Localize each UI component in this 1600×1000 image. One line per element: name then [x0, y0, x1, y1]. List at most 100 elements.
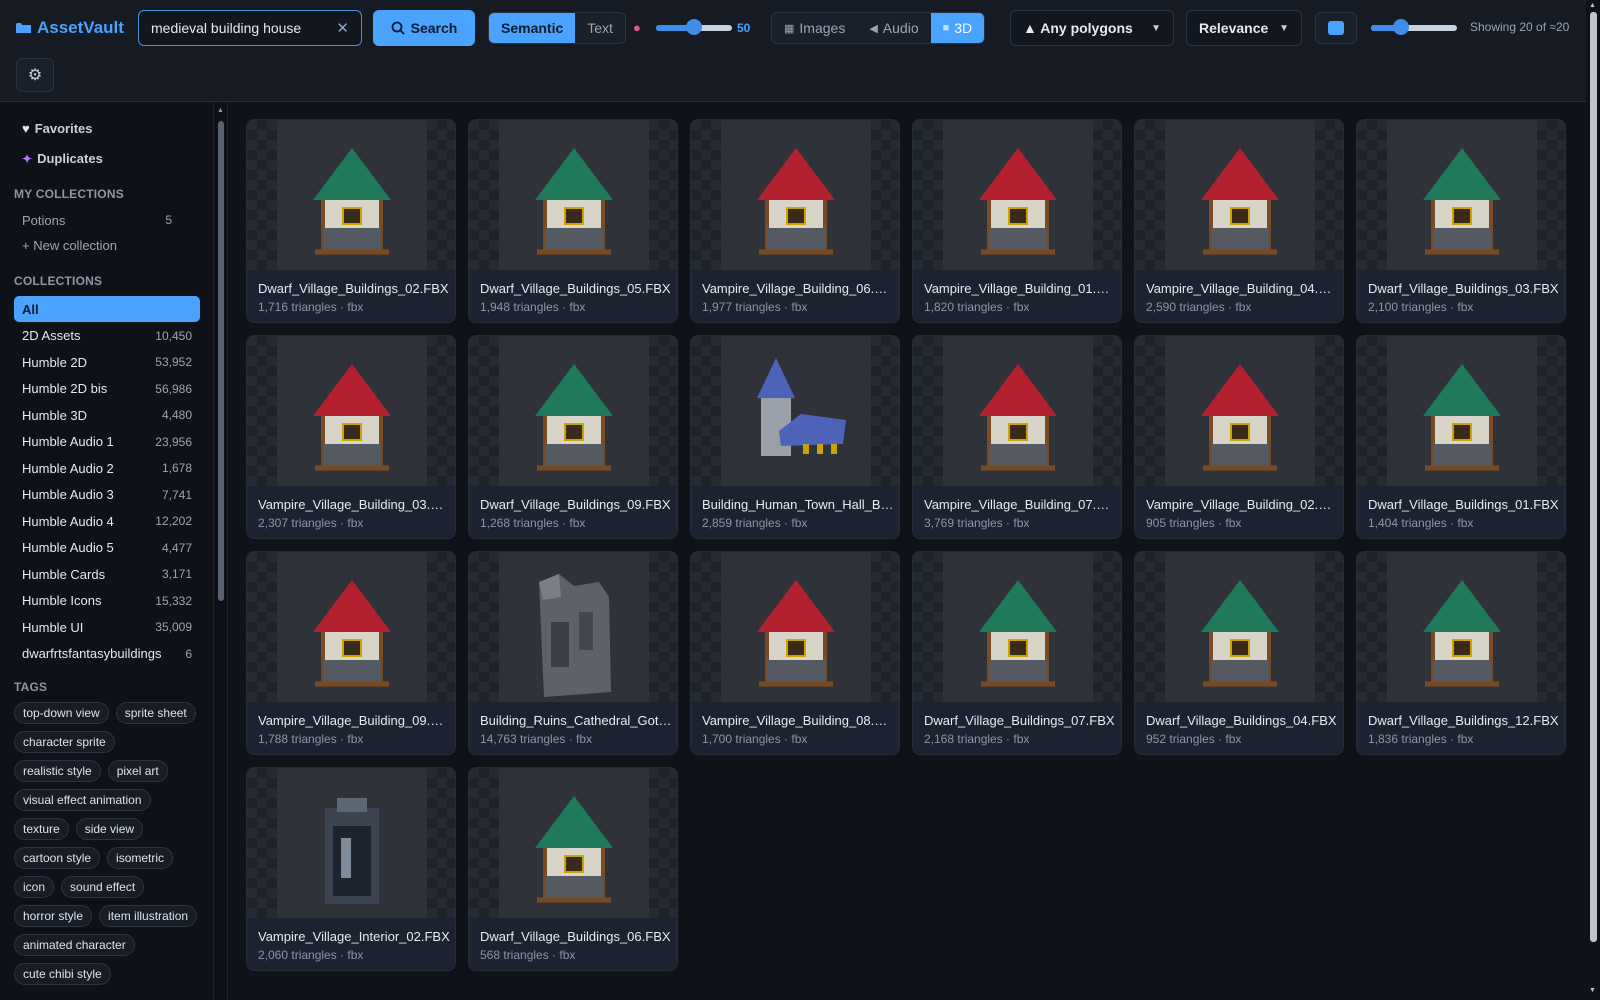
- tag-chip[interactable]: item illustration: [99, 905, 198, 927]
- tag-chip[interactable]: cartoon style: [14, 847, 101, 869]
- asset-card[interactable]: Vampire_Village_Building_08.FBX 1,700 tri…: [690, 551, 900, 755]
- tag-chip[interactable]: animated character: [14, 934, 135, 956]
- asset-thumbnail[interactable]: [1387, 552, 1537, 702]
- slider-handle[interactable]: [686, 19, 702, 35]
- type-images[interactable]: ▦ Images: [772, 13, 857, 43]
- sidebar-item-collection[interactable]: Humble 2D 53,952: [14, 349, 200, 375]
- sidebar-item-collection[interactable]: Humble Audio 1 23,956: [14, 429, 200, 455]
- sidebar-favorites[interactable]: ♥ Favorites: [22, 121, 93, 136]
- tag-chip[interactable]: cute chibi style: [14, 963, 111, 985]
- sidebar-item-collection[interactable]: Humble Audio 2 1,678: [14, 455, 200, 481]
- asset-card[interactable]: Dwarf_Village_Buildings_06.FBX 568 triang…: [468, 767, 678, 971]
- sidebar-item-collection[interactable]: Humble Icons 15,332: [14, 588, 200, 614]
- asset-thumbnail[interactable]: [943, 552, 1093, 702]
- scroll-up-icon[interactable]: ▲: [217, 107, 224, 114]
- asset-thumbnail[interactable]: [277, 768, 427, 918]
- temperature-slider[interactable]: [656, 19, 732, 35]
- search-input[interactable]: [151, 20, 337, 36]
- tag-chip[interactable]: pixel art: [107, 760, 168, 782]
- search-button-label: Search: [410, 20, 458, 36]
- asset-thumbnail[interactable]: [1387, 336, 1537, 486]
- sidebar-item-collection[interactable]: All: [14, 296, 200, 322]
- sidebar-item-collection[interactable]: Humble Cards 3,171: [14, 561, 200, 587]
- tag-chip[interactable]: texture: [14, 818, 69, 840]
- sidebar-scroll-thumb[interactable]: [218, 121, 224, 601]
- tag-chip[interactable]: isometric: [107, 847, 174, 869]
- tag-chip[interactable]: sound effect: [61, 876, 145, 898]
- asset-thumbnail[interactable]: [277, 120, 427, 270]
- asset-card[interactable]: Dwarf_Village_Buildings_09.FBX 1,268 tria…: [468, 335, 678, 539]
- asset-card[interactable]: Vampire_Village_Building_09.FBX 1,788 tri…: [246, 551, 456, 755]
- asset-thumbnail[interactable]: [1165, 120, 1315, 270]
- asset-card[interactable]: Dwarf_Village_Buildings_04.FBX 952 triang…: [1134, 551, 1344, 755]
- thumbnail-size-slider[interactable]: [1371, 19, 1457, 35]
- sidebar-item-potions[interactable]: Potions 5: [14, 207, 200, 233]
- tag-chip[interactable]: realistic style: [14, 760, 101, 782]
- asset-card[interactable]: Dwarf_Village_Buildings_02.FBX 1,716 tria…: [246, 119, 456, 323]
- asset-thumbnail[interactable]: [943, 336, 1093, 486]
- clear-search-icon[interactable]: ✕: [336, 19, 349, 37]
- type-3d[interactable]: ■ 3D: [930, 13, 985, 43]
- sidebar-item-collection[interactable]: Humble Audio 4 12,202: [14, 508, 200, 534]
- asset-card[interactable]: Building_Ruins_Cathedral_Gothi... 14,763 …: [468, 551, 678, 755]
- search-button[interactable]: Search: [373, 10, 475, 46]
- tag-chip[interactable]: horror style: [14, 905, 93, 927]
- slider-handle[interactable]: [1393, 19, 1410, 35]
- sort-select[interactable]: Relevance ▼: [1186, 10, 1302, 46]
- asset-thumbnail[interactable]: [499, 552, 649, 702]
- asset-card[interactable]: Vampire_Village_Building_01.FBX 1,820 tri…: [912, 119, 1122, 323]
- mode-text[interactable]: Text: [575, 13, 625, 43]
- asset-card[interactable]: Vampire_Village_Building_02.FBX 905 trian…: [1134, 335, 1344, 539]
- asset-card[interactable]: Vampire_Village_Building_07.FBX 3,769 tri…: [912, 335, 1122, 539]
- asset-thumbnail[interactable]: [943, 120, 1093, 270]
- type-audio[interactable]: ◀ Audio: [857, 13, 930, 43]
- asset-card[interactable]: Vampire_Village_Interior_02.FBX 2,060 tri…: [246, 767, 456, 971]
- sidebar-scrollbar[interactable]: ▲: [214, 103, 228, 1000]
- sidebar-item-collection[interactable]: Humble 3D 4,480: [14, 402, 200, 428]
- asset-thumbnail[interactable]: [721, 336, 871, 486]
- sidebar-item-collection[interactable]: Humble 2D bis 56,986: [14, 376, 200, 402]
- tag-chip[interactable]: top-down view: [14, 702, 109, 724]
- asset-card[interactable]: Dwarf_Village_Buildings_07.FBX 2,168 tria…: [912, 551, 1122, 755]
- search-field[interactable]: ✕: [138, 10, 362, 46]
- new-collection-button[interactable]: + New collection: [14, 232, 200, 258]
- asset-card[interactable]: Dwarf_Village_Buildings_12.FBX 1,836 tria…: [1356, 551, 1566, 755]
- tag-chip[interactable]: sprite sheet: [115, 702, 196, 724]
- asset-thumbnail[interactable]: [277, 552, 427, 702]
- tag-chip[interactable]: icon: [14, 876, 55, 898]
- app-logo[interactable]: AssetVault: [16, 18, 124, 38]
- tag-chip[interactable]: visual effect animation: [14, 789, 151, 811]
- mode-semantic[interactable]: Semantic: [489, 13, 576, 43]
- asset-card[interactable]: Dwarf_Village_Buildings_03.FBX 2,100 tria…: [1356, 119, 1566, 323]
- sidebar-item-collection[interactable]: Humble Audio 3 7,741: [14, 482, 200, 508]
- settings-button[interactable]: ⚙: [16, 58, 54, 92]
- tag-chip[interactable]: character sprite: [14, 731, 115, 753]
- scroll-down-icon[interactable]: ▼: [1589, 987, 1596, 994]
- view-mode-button[interactable]: [1315, 12, 1357, 44]
- asset-card[interactable]: Building_Human_Town_Hall_Blu... 2,859 tri…: [690, 335, 900, 539]
- asset-thumbnail[interactable]: [499, 768, 649, 918]
- asset-thumbnail[interactable]: [499, 120, 649, 270]
- asset-thumbnail[interactable]: [277, 336, 427, 486]
- asset-thumbnail[interactable]: [499, 336, 649, 486]
- asset-card[interactable]: Vampire_Village_Building_04.FBX 2,590 tri…: [1134, 119, 1344, 323]
- asset-card[interactable]: Dwarf_Village_Buildings_01.FBX 1,404 tria…: [1356, 335, 1566, 539]
- polygon-filter-select[interactable]: ▲ Any polygons ▼: [1010, 10, 1174, 46]
- asset-card[interactable]: Vampire_Village_Building_06.FBX 1,977 tri…: [690, 119, 900, 323]
- asset-card[interactable]: Vampire_Village_Building_03.FBX 2,307 tri…: [246, 335, 456, 539]
- sidebar-item-collection[interactable]: dwarfrtsfantasybuildings 6: [14, 641, 200, 667]
- asset-thumbnail[interactable]: [721, 120, 871, 270]
- sidebar-item-collection[interactable]: Humble UI 35,009: [14, 614, 200, 640]
- sidebar-item-collection[interactable]: 2D Assets 10,450: [14, 323, 200, 349]
- page-scrollbar[interactable]: ▲ ▼: [1586, 0, 1600, 1000]
- asset-card[interactable]: Dwarf_Village_Buildings_05.FBX 1,948 tria…: [468, 119, 678, 323]
- scroll-up-icon[interactable]: ▲: [1589, 2, 1596, 9]
- asset-thumbnail[interactable]: [1165, 336, 1315, 486]
- sidebar-item-collection[interactable]: Humble Audio 5 4,477: [14, 535, 200, 561]
- sidebar-duplicates[interactable]: ✦ Duplicates: [22, 151, 103, 166]
- tag-chip[interactable]: side view: [75, 818, 144, 840]
- asset-thumbnail[interactable]: [1387, 120, 1537, 270]
- page-scroll-thumb[interactable]: [1590, 12, 1597, 942]
- asset-thumbnail[interactable]: [721, 552, 871, 702]
- asset-thumbnail[interactable]: [1165, 552, 1315, 702]
